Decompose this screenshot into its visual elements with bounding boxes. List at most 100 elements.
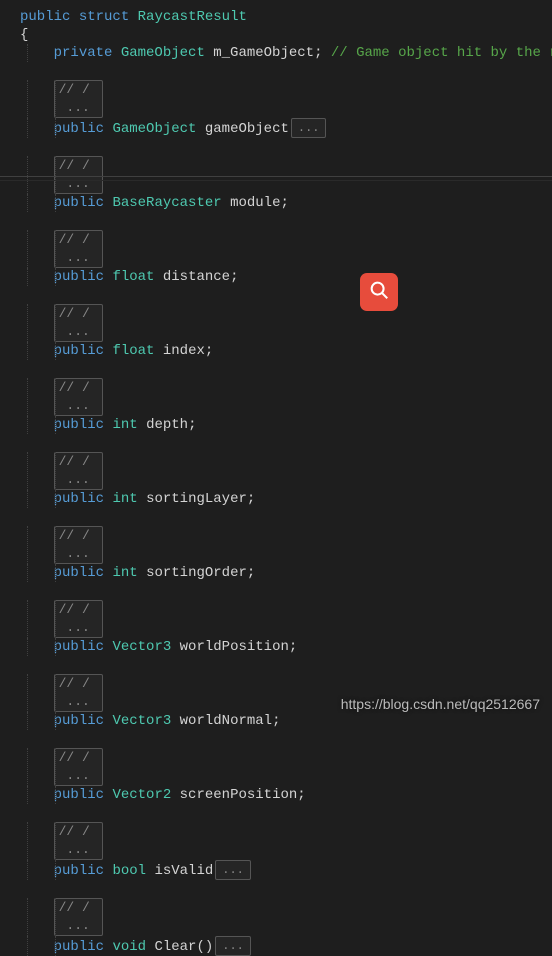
summary-line: // / ... (0, 80, 552, 118)
summary-line: // / ... (0, 526, 552, 564)
member-decl: public void Clear()... (0, 936, 552, 956)
keyword-modifier: public (54, 269, 104, 285)
keyword-modifier: public (54, 491, 104, 507)
struct-decl-line: public struct RaycastResult (0, 8, 552, 26)
summary-line: // / ... (0, 156, 552, 194)
keyword-modifier: public (54, 195, 104, 211)
collapsed-body[interactable]: ... (215, 936, 251, 956)
member-decl: public float distance; (0, 268, 552, 286)
keyword-private: private (54, 45, 113, 61)
member-type: int (112, 565, 137, 581)
summary-line: // / ... (0, 304, 552, 342)
member-type: float (112, 343, 154, 359)
collapsed-summary[interactable]: // / ... (54, 822, 103, 860)
member-type: int (112, 491, 137, 507)
member-name: sortingOrder (146, 565, 247, 581)
comment: // Game object hit by the raycast (331, 45, 552, 61)
blank-line (0, 212, 552, 230)
member-type: Vector2 (112, 787, 171, 803)
member-decl: public int depth; (0, 416, 552, 434)
blank-line (0, 138, 552, 156)
type-name: RaycastResult (138, 9, 247, 25)
member-decl: public BaseRaycaster module; (0, 194, 552, 212)
horizontal-rule-shadow (0, 180, 552, 181)
member-type: Vector3 (112, 639, 171, 655)
blank-line (0, 508, 552, 526)
collapsed-body[interactable]: ... (291, 118, 327, 138)
summary-line: // / ... (0, 898, 552, 936)
member-type: Vector3 (112, 713, 171, 729)
keyword-modifier: public (54, 639, 104, 655)
summary-line: // / ... (0, 452, 552, 490)
member-type: GameObject (112, 121, 196, 137)
member-decl: public GameObject gameObject... (0, 118, 552, 138)
blank-line (0, 62, 552, 80)
brace-open-line: { (0, 26, 552, 44)
keyword-public: public (20, 9, 70, 25)
keyword-modifier: public (54, 713, 104, 729)
member-decl: public Vector2 screenPosition; (0, 786, 552, 804)
collapsed-summary[interactable]: // / ... (54, 378, 103, 416)
member-decl: public Vector3 worldNormal; (0, 712, 552, 730)
summary-line: // / ... (0, 822, 552, 860)
summary-line: // / ... (0, 600, 552, 638)
keyword-modifier: public (54, 417, 104, 433)
collapsed-summary[interactable]: // / ... (54, 304, 103, 342)
keyword-modifier: public (54, 565, 104, 581)
member-type: bool (112, 863, 146, 879)
member-name: distance (163, 269, 230, 285)
collapsed-summary[interactable]: // / ... (54, 230, 103, 268)
member-name: worldPosition (180, 639, 289, 655)
blank-line (0, 880, 552, 898)
member-name: Clear() (154, 939, 213, 955)
collapsed-summary[interactable]: // / ... (54, 156, 103, 194)
blank-line (0, 286, 552, 304)
blank-line (0, 656, 552, 674)
member-name: index (163, 343, 205, 359)
blank-line (0, 360, 552, 378)
member-name: module (230, 195, 280, 211)
keyword-struct: struct (79, 9, 129, 25)
member-decl: public int sortingLayer; (0, 490, 552, 508)
code-editor: public struct RaycastResult { private Ga… (0, 0, 552, 956)
member-name: gameObject (205, 121, 289, 137)
blank-line (0, 434, 552, 452)
collapsed-summary[interactable]: // / ... (54, 80, 103, 118)
type-gameobject: GameObject (121, 45, 205, 61)
summary-line: // / ... (0, 378, 552, 416)
search-icon (368, 279, 390, 306)
brace-open: { (20, 27, 28, 43)
keyword-modifier: public (54, 121, 104, 137)
search-button[interactable] (360, 273, 398, 311)
blank-line (0, 730, 552, 748)
keyword-modifier: public (54, 787, 104, 803)
member-type: BaseRaycaster (112, 195, 221, 211)
collapsed-summary[interactable]: // / ... (54, 526, 103, 564)
member-name: worldNormal (180, 713, 272, 729)
member-name: isValid (154, 863, 213, 879)
collapsed-summary[interactable]: // / ... (54, 452, 103, 490)
horizontal-rule (0, 176, 552, 177)
member-decl: public int sortingOrder; (0, 564, 552, 582)
member-name: sortingLayer (146, 491, 247, 507)
member-type: void (112, 939, 146, 955)
watermark: https://blog.csdn.net/qq2512667 (341, 696, 540, 712)
member-type: int (112, 417, 137, 433)
collapsed-body[interactable]: ... (215, 860, 251, 880)
keyword-modifier: public (54, 863, 104, 879)
summary-line: // / ... (0, 748, 552, 786)
blank-line (0, 804, 552, 822)
member-decl: public float index; (0, 342, 552, 360)
member-decl: public bool isValid... (0, 860, 552, 880)
collapsed-summary[interactable]: // / ... (54, 674, 103, 712)
member-name: depth (146, 417, 188, 433)
keyword-modifier: public (54, 939, 104, 955)
member-decl: public Vector3 worldPosition; (0, 638, 552, 656)
collapsed-summary[interactable]: // / ... (54, 898, 103, 936)
blank-line (0, 582, 552, 600)
collapsed-summary[interactable]: // / ... (54, 748, 103, 786)
summary-line: // / ... (0, 230, 552, 268)
field-m-gameobject: private GameObject m_GameObject; // Game… (0, 44, 552, 62)
collapsed-summary[interactable]: // / ... (54, 600, 103, 638)
member-name: screenPosition (180, 787, 298, 803)
